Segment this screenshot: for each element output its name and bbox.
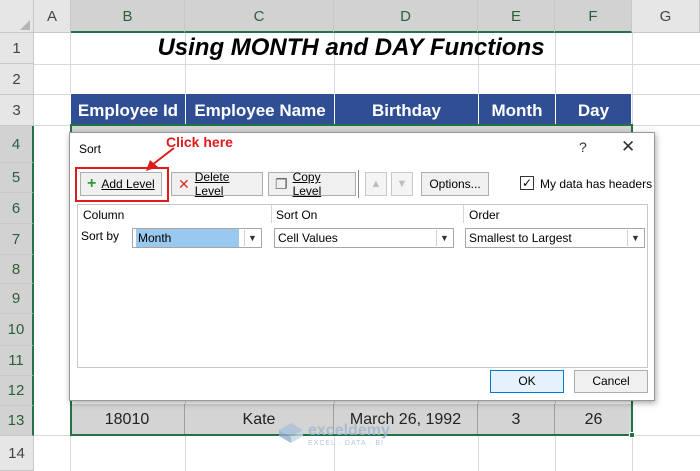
column-header-a[interactable]: A	[34, 0, 71, 33]
options-button[interactable]: Options...	[421, 172, 489, 196]
ok-button[interactable]: OK	[490, 370, 564, 393]
row-header-8[interactable]: 8	[0, 255, 34, 284]
row-header-6[interactable]: 6	[0, 193, 34, 224]
row-header-10[interactable]: 10	[0, 314, 34, 346]
table-header-employee-name[interactable]: Employee Name	[185, 93, 335, 127]
sheet-title: Using MONTH and DAY Functions	[157, 34, 545, 61]
close-button[interactable]: ✕	[621, 137, 635, 157]
sort-by-label: Sort by	[81, 229, 120, 243]
sort-on-col-header: Sort On	[276, 208, 318, 222]
column-select-value: Month	[136, 229, 239, 247]
fill-handle[interactable]	[629, 432, 635, 438]
cell-employee-id[interactable]: 18010	[70, 404, 185, 436]
order-col-header: Order	[469, 208, 500, 222]
cell-month[interactable]: 3	[478, 404, 555, 436]
column-header-g[interactable]: G	[632, 0, 700, 33]
column-select[interactable]: Month ▼	[132, 228, 262, 248]
watermark-name: exceldemy	[308, 422, 390, 439]
cancel-button[interactable]: Cancel	[574, 370, 648, 393]
select-all-corner[interactable]	[0, 0, 34, 33]
sort-on-select-value: Cell Values	[278, 231, 338, 245]
column-header-f[interactable]: F	[555, 0, 632, 33]
chevron-down-icon[interactable]: ▼	[627, 230, 643, 246]
row-header-7[interactable]: 7	[0, 224, 34, 255]
column-header-b[interactable]: B	[71, 0, 185, 33]
options-label: Options...	[429, 177, 481, 191]
row-header-14[interactable]: 14	[0, 436, 34, 471]
delete-level-button[interactable]: ✕ Delete Level	[171, 170, 263, 198]
column-header-d[interactable]: D	[334, 0, 478, 33]
table-header-month[interactable]: Month	[478, 93, 556, 127]
table-header-day[interactable]: Day	[555, 93, 632, 127]
cell-day[interactable]: 26	[555, 404, 632, 436]
chevron-down-icon[interactable]: ▼	[244, 230, 260, 246]
sort-on-select[interactable]: Cell Values ▼	[274, 228, 454, 248]
move-down-button[interactable]: ▼	[391, 172, 413, 196]
dialog-title: Sort	[79, 142, 102, 156]
callout-arrow-icon	[146, 147, 175, 171]
up-arrow-icon: ▲	[370, 178, 382, 190]
table-header-birthday[interactable]: Birthday	[334, 93, 479, 127]
watermark-logo-icon	[279, 423, 303, 443]
sort-levels-grid: Column Sort On Order Sort by Month ▼ Cel…	[77, 204, 648, 368]
copy-level-label: Copy Level	[292, 170, 322, 198]
table-header-employee-id[interactable]: Employee Id	[70, 93, 186, 127]
row-header-1[interactable]: 1	[0, 33, 34, 64]
toolbar-separator	[358, 170, 359, 198]
watermark-tagline: EXCEL · DATA · BI	[308, 440, 384, 447]
row-header-12[interactable]: 12	[0, 376, 34, 406]
delete-x-icon: ✕	[178, 175, 190, 192]
copy-level-button[interactable]: ❐ Copy Level	[268, 170, 356, 198]
help-button[interactable]: ?	[579, 139, 587, 155]
delete-level-label: Delete Level	[194, 170, 230, 198]
column-header-e[interactable]: E	[478, 0, 555, 33]
selected-range-fill	[70, 124, 632, 132]
column-header-c[interactable]: C	[185, 0, 334, 33]
column-header-bar: A B C D E F G	[0, 0, 700, 33]
row-header-4[interactable]: 4	[0, 126, 34, 163]
row-header-3[interactable]: 3	[0, 95, 34, 126]
order-select-value: Smallest to Largest	[469, 231, 572, 245]
order-select[interactable]: Smallest to Largest ▼	[465, 228, 645, 248]
row-header-9[interactable]: 9	[0, 284, 34, 314]
my-data-has-headers-label: My data has headers	[540, 177, 653, 191]
column-col-header: Column	[83, 208, 125, 222]
watermark: exceldemy EXCEL · DATA · BI	[278, 422, 390, 449]
move-up-button[interactable]: ▲	[365, 172, 387, 196]
row-header-5[interactable]: 5	[0, 163, 34, 193]
row-header-11[interactable]: 11	[0, 346, 34, 376]
chevron-down-icon[interactable]: ▼	[436, 230, 452, 246]
copy-icon: ❐	[275, 175, 288, 192]
row-header-2[interactable]: 2	[0, 64, 34, 95]
down-arrow-icon: ▼	[396, 178, 408, 190]
my-data-has-headers-checkbox[interactable]: ✓	[520, 176, 534, 190]
row-header-13[interactable]: 13	[0, 406, 34, 436]
